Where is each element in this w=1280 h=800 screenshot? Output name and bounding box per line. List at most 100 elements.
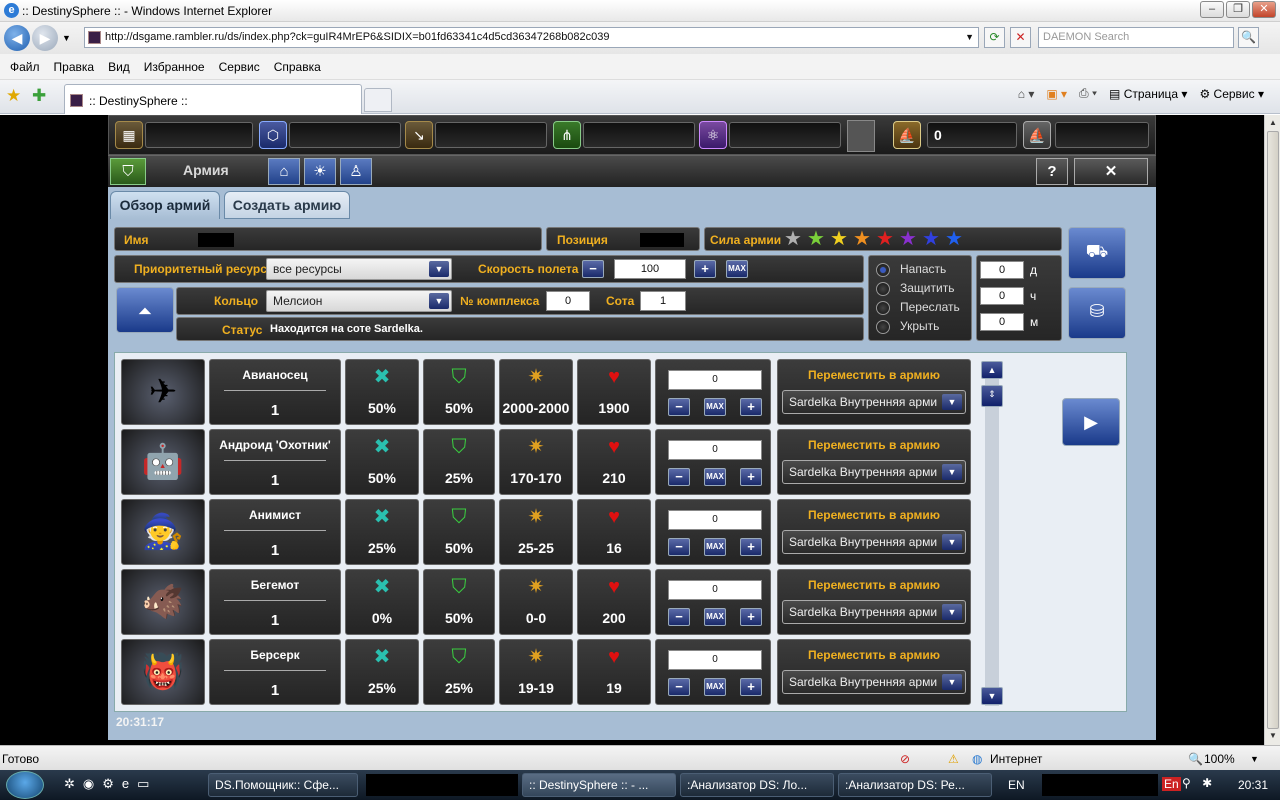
menu-favorites[interactable]: Избранное [144,60,205,74]
resource-cube-icon[interactable]: ▦ [115,121,143,149]
menu-file[interactable]: Файл [10,60,40,74]
resource-ships-icon[interactable]: ⛵ [893,121,921,149]
search-button[interactable]: 🔍 [1238,27,1259,48]
max-button[interactable]: MAX [704,398,726,416]
quantity-input[interactable]: 0 [668,440,762,460]
chevron-down-icon[interactable]: ▼ [942,604,962,620]
tray-lang[interactable]: En [1162,777,1181,791]
army-select[interactable]: Sardelka Внутренняя арми ▼ [782,530,966,554]
scroll-down-icon[interactable]: ▼ [1267,729,1279,743]
tank-button[interactable]: ⛟ [1068,227,1126,279]
chevron-down-icon[interactable]: ▼ [942,534,962,550]
minutes-input[interactable]: 0 [980,313,1024,331]
zoom-icon[interactable]: 🔍 [1188,752,1203,766]
hide-radio[interactable] [876,320,890,334]
task-analyzer-1[interactable]: :Анализатор DS: Ло... [680,773,834,797]
tools-menu[interactable]: ⚙ Сервис ▾ [1199,87,1264,101]
maximize-button[interactable]: ❐ [1226,1,1250,18]
tray-icons[interactable]: ⚲ ✱ [1182,776,1216,790]
resource-fleet-icon[interactable]: ⛵ [1023,121,1051,149]
list-scroll-down-icon[interactable]: ▼ [981,687,1003,705]
tab-create-army[interactable]: Создать армию [224,191,350,219]
play-button[interactable]: ▶ [1062,398,1120,446]
cell-input[interactable]: 1 [640,291,686,311]
zoom-level[interactable]: 100% [1204,752,1235,766]
resource-food-icon[interactable]: ⋔ [553,121,581,149]
list-scrollbar[interactable]: ▲ ⇕ ▼ [981,361,1003,706]
address-dropdown-icon[interactable]: ▼ [965,28,974,47]
menu-tools[interactable]: Сервис [219,60,260,74]
max-button[interactable]: MAX [704,538,726,556]
language-indicator[interactable]: EN [1008,778,1025,792]
attack-radio[interactable] [876,263,890,277]
history-dropdown-icon[interactable]: ▼ [62,33,71,43]
coins-button[interactable]: ⛁ [1068,287,1126,339]
decrease-button[interactable]: − [668,468,690,486]
max-button[interactable]: MAX [704,678,726,696]
add-favorites-icon[interactable]: ✚ [32,86,46,106]
address-bar[interactable]: http://dsgame.rambler.ru/ds/index.php?ck… [84,27,979,48]
menu-help[interactable]: Справка [274,60,321,74]
send-radio[interactable] [876,301,890,315]
decrease-button[interactable]: − [668,538,690,556]
collapse-button[interactable]: ⏶ [116,287,174,333]
hours-input[interactable]: 0 [980,287,1024,305]
resource-crystal-icon[interactable]: ⬡ [259,121,287,149]
list-scroll-thumb[interactable]: ⇕ [981,385,1003,407]
quantity-input[interactable]: 0 [668,580,762,600]
increase-button[interactable]: + [740,468,762,486]
decrease-button[interactable]: − [668,398,690,416]
list-scroll-up-icon[interactable]: ▲ [981,361,1003,379]
max-button[interactable]: MAX [704,608,726,626]
quicklaunch-icons[interactable]: ✲◉⚙e▭ [64,776,157,792]
quantity-input[interactable]: 0 [668,370,762,390]
chevron-down-icon[interactable]: ▼ [429,293,449,309]
defend-radio[interactable] [876,282,890,296]
decrease-button[interactable]: − [668,608,690,626]
close-window-button[interactable]: ✕ [1252,1,1276,18]
zoom-dropdown-icon[interactable]: ▼ [1250,754,1259,764]
priority-select[interactable]: все ресурсы ▼ [266,258,452,280]
print-icon[interactable]: ⎙ ▾ [1079,86,1097,101]
new-tab-button[interactable] [364,88,392,112]
army-select[interactable]: Sardelka Внутренняя арми ▼ [782,390,966,414]
increase-button[interactable]: + [740,678,762,696]
menu-edit[interactable]: Правка [54,60,95,74]
minimize-button[interactable]: – [1200,1,1224,18]
resource-atom-icon[interactable]: ⚛ [699,121,727,149]
help-button[interactable]: ? [1036,158,1068,185]
complex-input[interactable]: 0 [546,291,590,311]
quantity-input[interactable]: 0 [668,510,762,530]
scroll-thumb[interactable] [1267,131,1279,729]
task-destinysphere[interactable]: :: DestinySphere :: - ... [522,773,676,797]
speed-input[interactable]: 100 [614,259,686,279]
decrease-button[interactable]: − [668,678,690,696]
army-select[interactable]: Sardelka Внутренняя арми ▼ [782,670,966,694]
search-input[interactable]: DAEMON Search [1038,27,1234,48]
increase-button[interactable]: + [740,398,762,416]
page-scrollbar[interactable]: ▲ ▼ [1264,115,1280,745]
buildings-button[interactable]: ⌂ [268,158,300,185]
tab-army-overview[interactable]: Обзор армий [110,191,220,219]
quantity-input[interactable]: 0 [668,650,762,670]
army-select[interactable]: Sardelka Внутренняя арми ▼ [782,460,966,484]
start-button[interactable] [6,771,44,799]
back-button[interactable]: ◀ [4,25,30,51]
increase-button[interactable]: + [740,538,762,556]
close-panel-button[interactable]: ✕ [1074,158,1148,185]
sun-button[interactable]: ☀ [304,158,336,185]
menu-view[interactable]: Вид [108,60,130,74]
scroll-up-icon[interactable]: ▲ [1267,116,1279,130]
task-ds-helper[interactable]: DS.Помощник:: Сфе... [208,773,358,797]
forward-button[interactable]: ▶ [32,25,58,51]
speed-decrease-button[interactable]: − [582,260,604,278]
ring-select[interactable]: Мелсион ▼ [266,290,452,312]
page-menu[interactable]: ▤ Страница ▾ [1109,87,1187,101]
refresh-button[interactable]: ⟳ [984,27,1005,48]
resource-energy-icon[interactable]: ↘ [405,121,433,149]
max-button[interactable]: MAX [704,468,726,486]
stop-button[interactable]: ✕ [1010,27,1031,48]
research-button[interactable]: ♙ [340,158,372,185]
days-input[interactable]: 0 [980,261,1024,279]
task-analyzer-2[interactable]: :Анализатор DS: Ре... [838,773,992,797]
